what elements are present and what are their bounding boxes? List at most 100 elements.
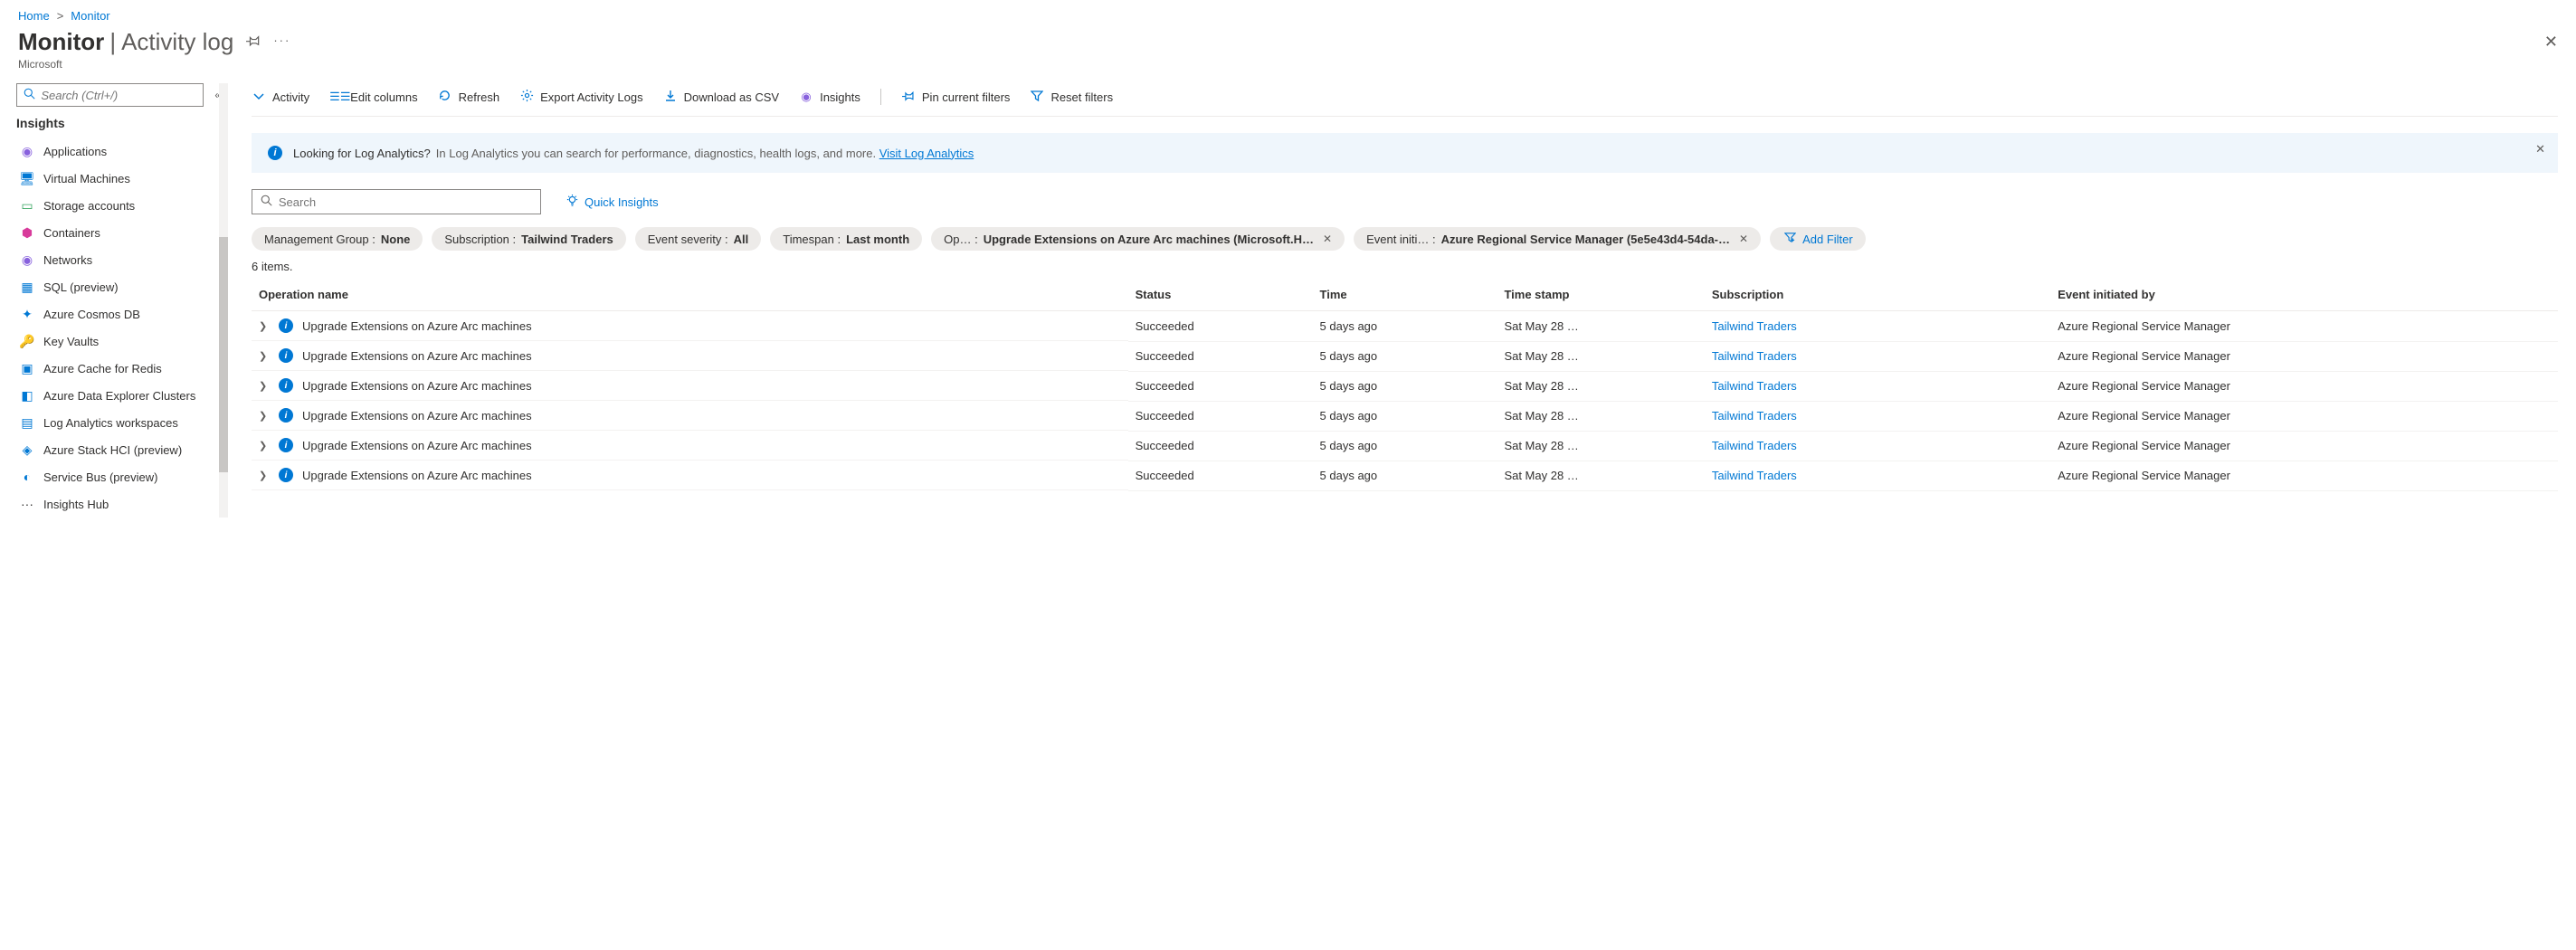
toolbar-separator — [880, 89, 881, 105]
table-body: ❯iUpgrade Extensions on Azure Arc machin… — [252, 311, 2558, 491]
table-row[interactable]: ❯iUpgrade Extensions on Azure Arc machin… — [252, 311, 2558, 342]
sidebar-item-sql-preview-[interactable]: ▦SQL (preview) — [16, 273, 224, 300]
expand-row-icon[interactable]: ❯ — [259, 410, 270, 422]
status-cell: Succeeded — [1128, 401, 1313, 431]
subscription-link[interactable]: Tailwind Traders — [1712, 469, 1797, 482]
info-text: In Log Analytics you can search for perf… — [436, 147, 974, 160]
pill-value: All — [734, 233, 749, 246]
expand-row-icon[interactable]: ❯ — [259, 470, 270, 481]
subscription-link[interactable]: Tailwind Traders — [1712, 439, 1797, 452]
column-header[interactable]: Operation name — [252, 279, 1128, 311]
column-header[interactable]: Subscription — [1705, 279, 2050, 311]
pill-remove-icon[interactable]: ✕ — [1739, 233, 1748, 245]
filter-pill[interactable]: Event severity : All — [635, 227, 762, 251]
breadcrumb-home[interactable]: Home — [18, 9, 50, 23]
sidebar-item-insights-hub[interactable]: ···Insights Hub — [16, 490, 224, 518]
key-icon: 🔑 — [20, 334, 34, 348]
column-header[interactable]: Time stamp — [1497, 279, 1704, 311]
export-button[interactable]: Export Activity Logs — [519, 89, 642, 105]
sidebar-item-storage-accounts[interactable]: ▭Storage accounts — [16, 192, 224, 219]
sidebar-item-virtual-machines[interactable]: 🖥Virtual Machines — [16, 165, 224, 192]
more-icon[interactable]: ··· — [273, 33, 290, 51]
law-icon: ▤ — [20, 415, 34, 430]
sidebar-item-label: Applications — [43, 145, 107, 158]
sidebar-search-input[interactable] — [41, 89, 197, 102]
sidebar-item-label: Containers — [43, 226, 100, 240]
sidebar-scrollbar-thumb[interactable] — [219, 237, 228, 472]
sidebar: « Insights ◉Applications🖥Virtual Machine… — [0, 83, 228, 518]
pill-value: Tailwind Traders — [521, 233, 613, 246]
activity-button[interactable]: Activity — [252, 90, 309, 105]
pill-remove-icon[interactable]: ✕ — [1323, 233, 1332, 245]
table-row[interactable]: ❯iUpgrade Extensions on Azure Arc machin… — [252, 461, 2558, 490]
company-label: Microsoft — [0, 58, 2576, 83]
insights-button[interactable]: ◉ Insights — [799, 90, 860, 104]
filter-add-icon — [1782, 232, 1797, 246]
table-row[interactable]: ❯iUpgrade Extensions on Azure Arc machin… — [252, 341, 2558, 371]
bus-icon: ◐ — [20, 470, 34, 484]
vm-icon: 🖥 — [20, 171, 34, 185]
search-icon — [260, 195, 273, 209]
filter-pill[interactable]: Timespan : Last month — [770, 227, 922, 251]
download-csv-label: Download as CSV — [684, 90, 780, 104]
quick-insights-button[interactable]: Quick Insights — [565, 194, 659, 210]
download-csv-button[interactable]: Download as CSV — [663, 90, 780, 105]
info-link[interactable]: Visit Log Analytics — [879, 147, 974, 160]
subscription-link[interactable]: Tailwind Traders — [1712, 319, 1797, 333]
close-button[interactable]: ✕ — [2544, 33, 2558, 52]
table-row[interactable]: ❯iUpgrade Extensions on Azure Arc machin… — [252, 401, 2558, 431]
sidebar-item-azure-cosmos-db[interactable]: ✦Azure Cosmos DB — [16, 300, 224, 328]
sidebar-item-label: Insights Hub — [43, 498, 109, 511]
subscription-link[interactable]: Tailwind Traders — [1712, 379, 1797, 393]
sidebar-item-log-analytics-workspaces[interactable]: ▤Log Analytics workspaces — [16, 409, 224, 436]
main-search-input[interactable] — [279, 195, 533, 209]
pin-icon[interactable] — [246, 33, 261, 51]
filter-reset-icon — [1030, 90, 1044, 105]
column-header[interactable]: Time — [1313, 279, 1497, 311]
subscription-link[interactable]: Tailwind Traders — [1712, 409, 1797, 423]
filter-pill[interactable]: Event initi… : Azure Regional Service Ma… — [1354, 227, 1761, 251]
time-cell: 5 days ago — [1313, 431, 1497, 461]
timestamp-cell: Sat May 28 … — [1497, 431, 1704, 461]
initiated-by-cell: Azure Regional Service Manager — [2050, 341, 2558, 371]
expand-row-icon[interactable]: ❯ — [259, 350, 270, 362]
filter-pill[interactable]: Management Group : None — [252, 227, 423, 251]
sidebar-item-azure-data-explorer-clusters[interactable]: ◧Azure Data Explorer Clusters — [16, 382, 224, 409]
column-header[interactable]: Status — [1128, 279, 1313, 311]
sidebar-item-applications[interactable]: ◉Applications — [16, 138, 224, 165]
table-header-row: Operation nameStatusTimeTime stampSubscr… — [252, 279, 2558, 311]
filter-pill[interactable]: Subscription : Tailwind Traders — [432, 227, 625, 251]
sidebar-item-networks[interactable]: ◉Networks — [16, 246, 224, 273]
sidebar-item-containers[interactable]: ⬢Containers — [16, 219, 224, 246]
info-close-icon[interactable]: ✕ — [2535, 142, 2545, 157]
sidebar-item-service-bus-preview-[interactable]: ◐ Service Bus (preview) — [16, 463, 224, 490]
sidebar-item-azure-cache-for-redis[interactable]: ▣Azure Cache for Redis — [16, 355, 224, 382]
pin-filters-button[interactable]: Pin current filters — [901, 90, 1011, 105]
subscription-link[interactable]: Tailwind Traders — [1712, 349, 1797, 363]
time-cell: 5 days ago — [1313, 371, 1497, 401]
timestamp-cell: Sat May 28 … — [1497, 401, 1704, 431]
table-row[interactable]: ❯iUpgrade Extensions on Azure Arc machin… — [252, 371, 2558, 401]
sidebar-item-key-vaults[interactable]: 🔑 Key Vaults — [16, 328, 224, 355]
pill-value: Azure Regional Service Manager (5e5e43d4… — [1441, 233, 1730, 246]
title-divider: | — [109, 28, 116, 56]
operation-name: Upgrade Extensions on Azure Arc machines — [302, 439, 532, 452]
table-row[interactable]: ❯iUpgrade Extensions on Azure Arc machin… — [252, 431, 2558, 461]
expand-row-icon[interactable]: ❯ — [259, 380, 270, 392]
bulb-icon: ◉ — [799, 90, 813, 104]
sidebar-item-azure-stack-hci-preview-[interactable]: ◈Azure Stack HCI (preview) — [16, 436, 224, 463]
sidebar-item-label: Key Vaults — [43, 335, 99, 348]
breadcrumb-current[interactable]: Monitor — [71, 9, 109, 23]
reset-filters-button[interactable]: Reset filters — [1030, 90, 1113, 105]
refresh-button[interactable]: Refresh — [438, 89, 500, 105]
add-filter-button[interactable]: Add Filter — [1770, 227, 1866, 251]
filter-pill[interactable]: Op… : Upgrade Extensions on Azure Arc ma… — [931, 227, 1345, 251]
edit-columns-button[interactable]: ☰☰ Edit columns — [329, 90, 417, 104]
main-search[interactable] — [252, 189, 541, 214]
expand-row-icon[interactable]: ❯ — [259, 320, 270, 332]
timestamp-cell: Sat May 28 … — [1497, 311, 1704, 342]
sidebar-search[interactable] — [16, 83, 204, 107]
sidebar-item-label: Service Bus (preview) — [43, 470, 157, 484]
column-header[interactable]: Event initiated by — [2050, 279, 2558, 311]
expand-row-icon[interactable]: ❯ — [259, 440, 270, 451]
